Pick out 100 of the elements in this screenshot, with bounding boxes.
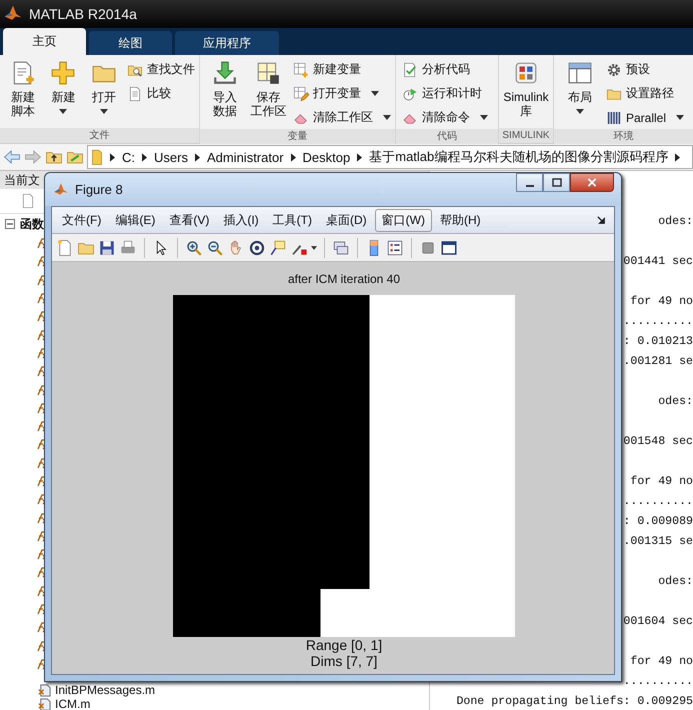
grid-icon (255, 60, 282, 86)
console-line: odes: (658, 214, 693, 230)
tree-group-label[interactable]: 函数 (20, 216, 44, 232)
console-line: Done propagating beliefs: 0.009295 (456, 694, 693, 710)
script-file-icon (38, 698, 51, 710)
stopwatch-icon (402, 86, 418, 102)
restore-icon (552, 178, 562, 187)
path-field[interactable]: C: Users Administrator Desktop 基于matlab编程马尔科夫随机场的图像分割源码程序 (87, 145, 693, 169)
ribbon-button[interactable]: 新建变量 (293, 58, 391, 81)
ribbon-button[interactable]: 新建 脚本 (4, 58, 42, 128)
ribbon-tab[interactable]: 主页 (3, 28, 86, 55)
path-crumb[interactable]: Desktop (302, 150, 350, 164)
path-crumb[interactable]: Users (154, 150, 188, 164)
logo-icon (53, 182, 69, 198)
console-line: for 49 no (630, 294, 693, 310)
ribbon-button[interactable]: 设置路径 (606, 82, 684, 105)
folder-icon (91, 148, 103, 166)
menu-item[interactable]: 窗口(W) (374, 208, 432, 232)
caret-icon (371, 91, 379, 96)
console-line: odes: (658, 574, 693, 590)
caret-icon (480, 115, 488, 120)
zoom-out-icon[interactable] (206, 238, 224, 256)
caret-icon (576, 109, 584, 114)
plot-title: after ICM iteration 40 (288, 271, 400, 288)
console-line: : 0.010213 (623, 334, 693, 350)
path-crumb[interactable]: Administrator (206, 150, 284, 164)
print-icon[interactable] (119, 238, 137, 256)
chevron-icon (110, 152, 115, 162)
ribbon-tab[interactable]: 应用程序 (175, 31, 279, 55)
ribbon-tab[interactable]: 绘图 (89, 31, 172, 55)
save-icon[interactable] (98, 238, 116, 256)
chevron-icon (194, 152, 200, 162)
layout-icon (567, 60, 593, 86)
zoom-in-icon[interactable] (185, 238, 203, 256)
ribbon-button[interactable]: 预设 (606, 58, 684, 81)
close-icon (587, 178, 597, 187)
path-crumb[interactable]: 基于matlab编程马尔科夫随机场的图像分割源码程序 (369, 148, 668, 166)
menu-item[interactable]: 查看(V) (163, 208, 216, 232)
ribbon-button[interactable]: 导入 数据 (204, 58, 246, 129)
ribbon-button[interactable]: 查找文件 (126, 58, 195, 81)
collapse-icon[interactable] (5, 219, 15, 229)
ribbon-button[interactable]: 打开变量 (293, 82, 391, 105)
chevron-icon (290, 152, 296, 162)
window-title: Figure 8 (75, 182, 123, 197)
ribbon-button[interactable]: 比较 (126, 82, 195, 105)
caret-icon (59, 109, 68, 114)
data-cursor-icon[interactable] (269, 238, 287, 256)
ribbon-button[interactable]: 清除工作区 (293, 106, 391, 129)
rotate-icon[interactable] (248, 238, 266, 256)
ribbon-button[interactable]: 布局 (558, 58, 602, 129)
group-label: SIMULINK (499, 128, 553, 143)
ribbon-button[interactable]: Parallel (606, 106, 684, 129)
chevron-icon (142, 152, 147, 162)
console-line: 001604 sec (623, 614, 693, 630)
console-line: : 0.009089 (623, 514, 693, 530)
plot-caption: Range [0, 1] (306, 637, 382, 653)
group-label: 变量 (200, 129, 395, 144)
checklist-icon (402, 62, 418, 78)
back-arrow-icon[interactable] (3, 148, 21, 166)
group-label: 文件 (0, 128, 199, 143)
menu-item[interactable]: 文件(F) (56, 208, 108, 232)
ribbon-button[interactable]: 清除命令 (402, 106, 488, 129)
close-button[interactable] (570, 173, 614, 192)
menu-item[interactable]: 帮助(H) (434, 208, 487, 232)
file-name[interactable]: InitBPMessages.m (55, 684, 156, 698)
dock-arrow-icon[interactable] (597, 216, 606, 224)
table-pencil-icon (293, 86, 309, 102)
link-icon[interactable] (332, 238, 350, 256)
caret-icon (100, 109, 108, 114)
caret-icon[interactable] (311, 246, 317, 250)
ribbon-button[interactable]: Simulink 库 (503, 58, 549, 128)
script-file-icon (38, 684, 51, 698)
group-label: 环境 (554, 129, 693, 144)
ribbon-button[interactable]: 打开 (84, 58, 123, 128)
menu-item[interactable]: 工具(T) (266, 208, 318, 232)
menu-item[interactable]: 插入(I) (217, 208, 265, 232)
panel-title: 当前文 (4, 173, 40, 187)
document-icon[interactable] (20, 192, 36, 210)
ribbon-button[interactable]: 运行和计时 (402, 82, 488, 105)
tiles-icon (513, 60, 539, 86)
console-line: 001441 sec (623, 254, 693, 270)
window-icon[interactable] (440, 238, 458, 256)
console-line: .001281 se (623, 354, 693, 370)
ribbon-button[interactable]: 新建 (44, 58, 83, 128)
legend-icon[interactable] (386, 238, 404, 256)
path-crumb[interactable]: C: (122, 150, 135, 164)
console-line: for 49 no (630, 474, 693, 490)
menu-item[interactable]: 桌面(D) (320, 208, 373, 232)
caret-icon (676, 115, 684, 120)
file-name[interactable]: ICM.m (55, 698, 90, 710)
minimize-button[interactable] (516, 173, 543, 192)
menu-item[interactable]: 编辑(E) (109, 208, 162, 232)
console-line: .......... (623, 314, 693, 330)
console-line: odes: (658, 394, 693, 410)
console-line: 001548 sec (623, 434, 693, 450)
ribbon-button[interactable]: 分析代码 (402, 58, 488, 81)
download-icon (212, 60, 238, 86)
ribbon-button[interactable]: 保存 工作区 (248, 58, 289, 129)
maximize-button[interactable] (543, 173, 570, 192)
console-line: .......... (623, 674, 693, 690)
